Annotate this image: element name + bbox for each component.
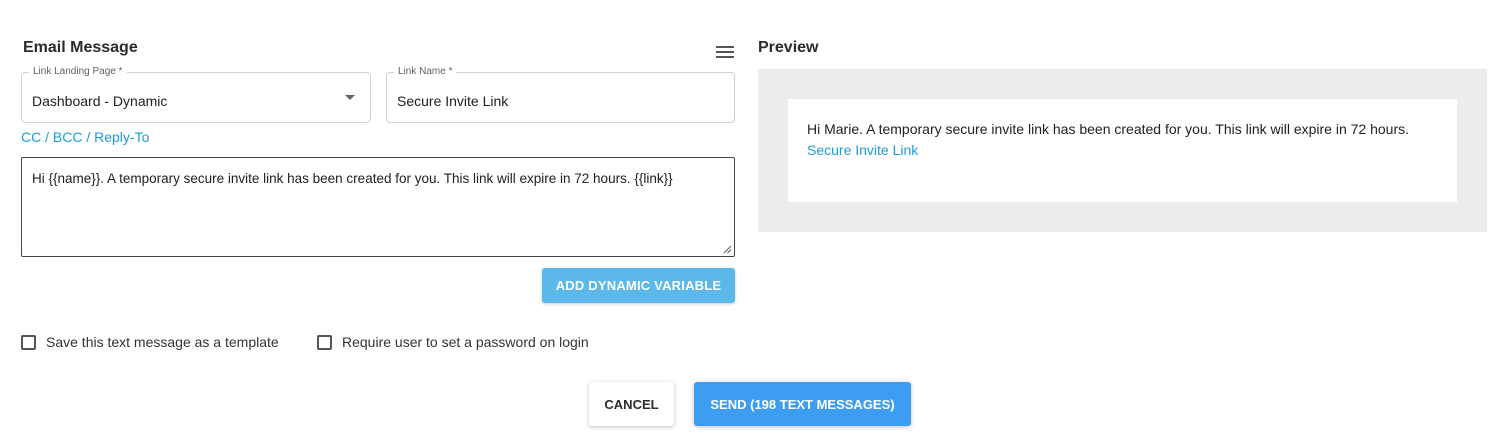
save-template-option[interactable]: Save this text message as a template — [21, 334, 279, 350]
resize-handle-icon[interactable] — [723, 245, 732, 254]
preview-card: Hi Marie. A temporary secure invite link… — [788, 99, 1457, 202]
link-name-field[interactable]: Link Name * Secure Invite Link — [386, 66, 735, 123]
save-template-label: Save this text message as a template — [46, 334, 279, 350]
link-landing-page-label: Link Landing Page * — [29, 66, 127, 78]
email-composer: Email Message Link Landing Page * Dashbo… — [0, 0, 1502, 447]
cc-bcc-reply-to-link[interactable]: CC / BCC / Reply-To — [21, 129, 149, 145]
message-text: Hi {{name}}. A temporary secure invite l… — [32, 171, 673, 186]
link-landing-page-select[interactable]: Link Landing Page * Dashboard - Dynamic — [21, 66, 371, 123]
link-landing-page-value: Dashboard - Dynamic — [32, 93, 168, 109]
link-name-value: Secure Invite Link — [397, 93, 509, 109]
preview-secure-link[interactable]: Secure Invite Link — [807, 142, 918, 158]
preview-body-text: Hi Marie. A temporary secure invite link… — [807, 121, 1410, 137]
save-template-checkbox[interactable] — [21, 334, 36, 350]
send-button[interactable]: SEND (198 TEXT MESSAGES) — [694, 382, 911, 426]
require-password-checkbox[interactable] — [317, 334, 332, 350]
require-password-option[interactable]: Require user to set a password on login — [317, 334, 589, 350]
require-password-label: Require user to set a password on login — [342, 334, 589, 350]
dropdown-arrow-icon — [345, 95, 355, 100]
preview-panel: Hi Marie. A temporary secure invite link… — [758, 69, 1487, 232]
hamburger-menu-icon[interactable] — [714, 44, 736, 60]
add-dynamic-variable-button[interactable]: ADD DYNAMIC VARIABLE — [542, 268, 735, 303]
cancel-button[interactable]: CANCEL — [589, 382, 674, 426]
message-textarea[interactable]: Hi {{name}}. A temporary secure invite l… — [21, 157, 735, 257]
preview-title: Preview — [758, 39, 819, 56]
email-message-title: Email Message — [23, 39, 138, 56]
link-name-label: Link Name * — [394, 66, 457, 78]
